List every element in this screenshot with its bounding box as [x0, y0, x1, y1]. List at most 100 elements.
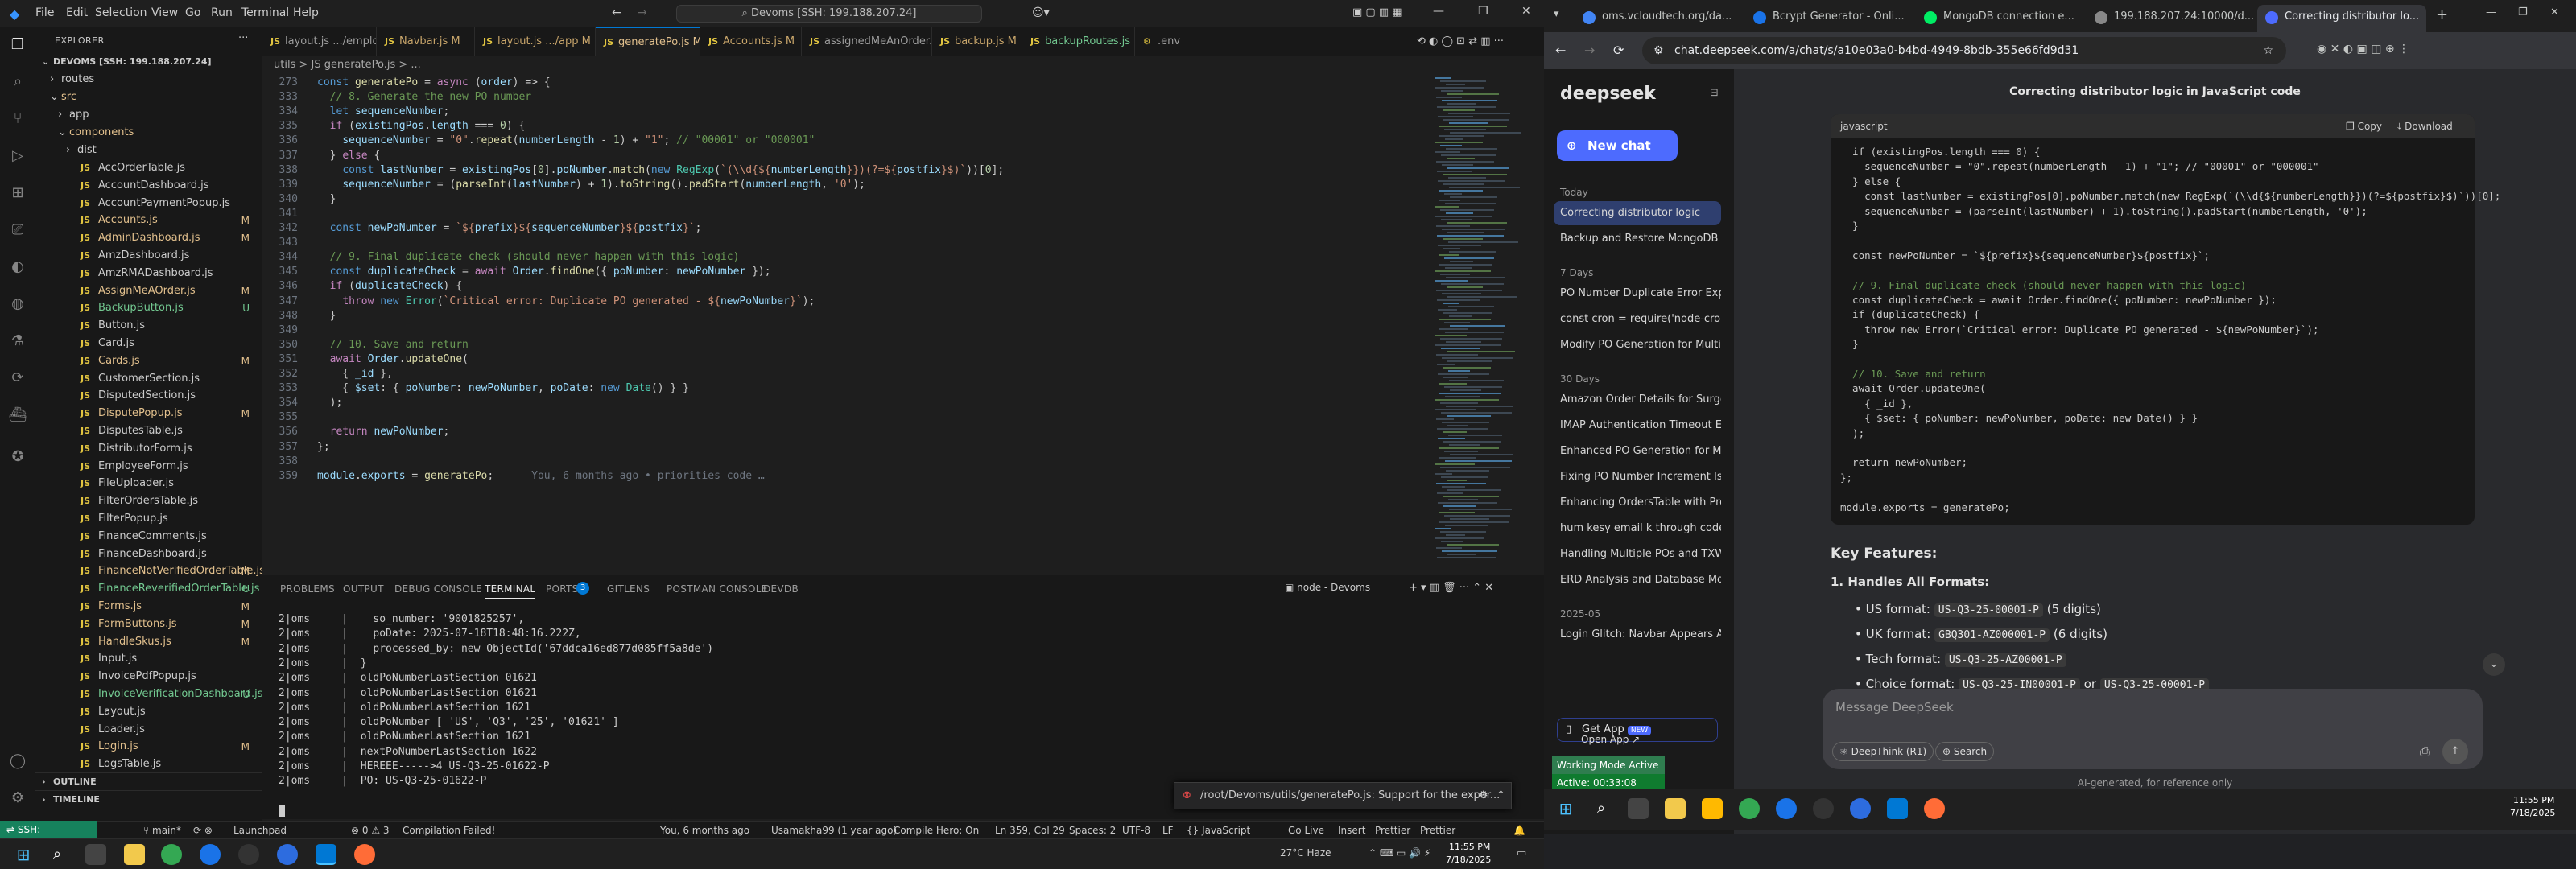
file-item[interactable]: JS Forms.js M — [35, 598, 262, 616]
workspace-root[interactable]: ⌄ DEVOMS [SSH: 199.188.207.24] — [35, 53, 262, 71]
status-branch[interactable]: ⑂ main* — [143, 822, 181, 839]
status-golive[interactable]: Go Live — [1288, 822, 1324, 839]
zoom-icon[interactable] — [200, 844, 221, 865]
folder-routes[interactable]: › routes — [35, 71, 262, 89]
source-control-icon[interactable]: ⑂ — [8, 109, 27, 129]
search-toggle[interactable]: ⊕ Search — [1935, 742, 1995, 761]
scroll-down-button[interactable]: ⌄ — [2483, 653, 2505, 676]
file-item[interactable]: JS EmployeeForm.js — [35, 458, 262, 476]
zoom-icon[interactable] — [1776, 798, 1797, 819]
file-item[interactable]: JS AmzDashboard.js — [35, 247, 262, 265]
file-item[interactable]: JS Accounts.js M — [35, 212, 262, 229]
file-item[interactable]: JS Login.js M — [35, 738, 262, 756]
back-icon[interactable]: ← — [1555, 43, 1566, 58]
chrome-tab-5-active[interactable]: Correcting distributor lo... — [2257, 5, 2426, 32]
editor-tab[interactable]: JS Navbar.js M — [377, 27, 475, 56]
restore-icon[interactable]: ❐ — [1478, 5, 1488, 18]
file-item[interactable]: JS AssignMeAOrder.js M — [35, 282, 262, 300]
code-editor[interactable]: 273 const generatePo = async (order) => {… — [262, 74, 1430, 500]
code-line[interactable]: sequenceNumber = (parseInt(lastNumber) +… — [317, 178, 865, 192]
tab-gitlens[interactable]: GITLENS — [607, 583, 650, 595]
weather-widget[interactable]: 27°C Haze — [1280, 847, 1331, 859]
file-item[interactable]: JS Card.js — [35, 335, 262, 352]
file-item[interactable]: JS FormButtons.js M — [35, 616, 262, 633]
file-item[interactable]: JS Layout.js — [35, 703, 262, 721]
history-item[interactable]: Enhancing OrdersTable with Pro — [1560, 491, 1721, 515]
settings-gear-icon[interactable]: ⚙ — [8, 789, 27, 808]
app-icon[interactable] — [1850, 798, 1871, 819]
status-compile[interactable]: Compilation Failed! — [402, 822, 495, 839]
address-bar[interactable]: ⚙ chat.deepseek.com/a/chat/s/a10e03a0-b4… — [1642, 37, 2286, 64]
extensions-icon[interactable]: ⊞ — [8, 183, 27, 203]
history-item[interactable]: Amazon Order Details for Surge — [1560, 388, 1721, 412]
status-problems[interactable]: ⊗ 0 ⚠ 3 — [351, 822, 390, 839]
status-cursor-pos[interactable]: Ln 359, Col 29 — [995, 822, 1065, 839]
remote-indicator[interactable]: ⇌ SSH: 199.188.207.24 — [0, 821, 97, 853]
file-item[interactable]: JS Loader.js — [35, 721, 262, 739]
clock-time[interactable]: 11:55 PM — [2513, 795, 2554, 805]
remote-explorer-icon[interactable]: ⎚ — [8, 220, 27, 240]
code-line[interactable]: const newPoNumber = `${prefix}${sequence… — [317, 221, 702, 236]
account-icon[interactable]: ◯ — [8, 752, 27, 771]
editor-tab[interactable]: JS assignedMeAnOrder.js — [802, 27, 932, 56]
code-line[interactable]: { _id }, — [317, 367, 393, 381]
history-item[interactable]: IMAP Authentication Timeout E — [1560, 414, 1721, 438]
menu-view[interactable]: View — [151, 6, 178, 19]
run-debug-icon[interactable]: ▷ — [8, 146, 27, 166]
chrome-tab-1[interactable]: oms.vcloudtech.org/da... — [1575, 5, 1744, 32]
folder-app[interactable]: › app — [35, 106, 262, 124]
code-line[interactable]: sequenceNumber = "0".repeat(numberLength… — [317, 134, 815, 148]
status-user[interactable]: Usamakha99 (1 year ago) — [771, 822, 897, 839]
file-item[interactable]: JS DisputedSection.js — [35, 387, 262, 405]
editor-tab[interactable]: JSlayout.js .../employee — [262, 27, 377, 56]
tab-devdb[interactable]: DEVDB — [763, 583, 799, 595]
collapse-sidebar-icon[interactable]: ⊟ — [1710, 87, 1719, 99]
chrome-icon[interactable] — [1739, 798, 1760, 819]
message-input[interactable]: Message DeepSeek — [1835, 700, 1954, 715]
status-launchpad[interactable]: Launchpad — [233, 822, 287, 839]
database-icon[interactable]: ◍ — [8, 294, 27, 314]
minimize-icon[interactable]: — — [1433, 5, 1444, 18]
nav-forward-icon[interactable]: → — [638, 6, 647, 19]
file-item[interactable]: JS HandleSkus.js M — [35, 633, 262, 651]
app-icon[interactable] — [277, 844, 298, 865]
notification-toast[interactable]: ⊗ /root/Devoms/utils/generatePo.js: Supp… — [1174, 782, 1512, 809]
chevron-up-icon[interactable]: ⌃ — [1496, 783, 1505, 809]
editor-tab[interactable]: JS generatePo.js M — [596, 27, 700, 56]
file-item[interactable]: JS DistributorForm.js — [35, 440, 262, 458]
reload-icon[interactable]: ⟳ — [1613, 43, 1624, 58]
vscode-taskbar-icon[interactable] — [1887, 798, 1908, 819]
menu-selection[interactable]: Selection — [95, 6, 147, 19]
file-item[interactable]: JS FilterPopup.js — [35, 510, 262, 528]
file-item[interactable]: JS Button.js — [35, 317, 262, 335]
open-app-link[interactable]: Open App ↗ — [1581, 734, 1640, 745]
bookmark-star-icon[interactable]: ☆ — [2263, 37, 2273, 64]
minimap[interactable] — [1430, 74, 1534, 575]
file-item[interactable]: JS FinanceReverifiedOrderTable.js U — [35, 580, 262, 598]
breadcrumb[interactable]: utils > JS generatePo.js > ... — [262, 56, 1389, 74]
code-line[interactable]: ); — [317, 396, 343, 410]
code-line[interactable]: return newPoNumber; — [317, 425, 450, 439]
folder-dist[interactable]: › dist — [35, 142, 262, 159]
code-line[interactable]: let sequenceNumber; — [317, 105, 450, 119]
chrome-tab-4[interactable]: 199.188.207.24:10000/d... — [2087, 5, 2256, 32]
more-actions-icon[interactable]: ··· — [238, 32, 248, 44]
editor-tab[interactable]: JS backup.js M — [932, 27, 1022, 56]
site-info-icon[interactable]: ⚙ — [1653, 37, 1664, 64]
send-button[interactable]: ↑ — [2442, 739, 2468, 764]
code-line[interactable]: } — [317, 309, 336, 323]
tab-terminal[interactable]: TERMINAL — [485, 583, 536, 599]
folder-src[interactable]: ⌄ src — [35, 89, 262, 106]
status-encoding[interactable]: UTF-8 — [1122, 822, 1150, 839]
editor-tab[interactable]: JS backupRoutes.js U — [1022, 27, 1135, 56]
task-view-icon[interactable] — [85, 844, 106, 865]
history-item[interactable]: PO Number Duplicate Error Expl — [1560, 282, 1721, 306]
tab-postman-console[interactable]: POSTMAN CONSOLE — [667, 583, 768, 595]
file-item[interactable]: JS DisputePopup.js M — [35, 405, 262, 422]
menu-terminal[interactable]: Terminal — [242, 6, 289, 19]
menu-file[interactable]: File — [35, 6, 54, 19]
file-item[interactable]: JS AccOrderTable.js — [35, 159, 262, 177]
code-line[interactable]: await Order.updateOne( — [317, 352, 469, 367]
code-line[interactable]: const generatePo = async (order) => { — [317, 76, 551, 90]
new-chat-button[interactable]: ⊕ New chat — [1557, 130, 1678, 161]
